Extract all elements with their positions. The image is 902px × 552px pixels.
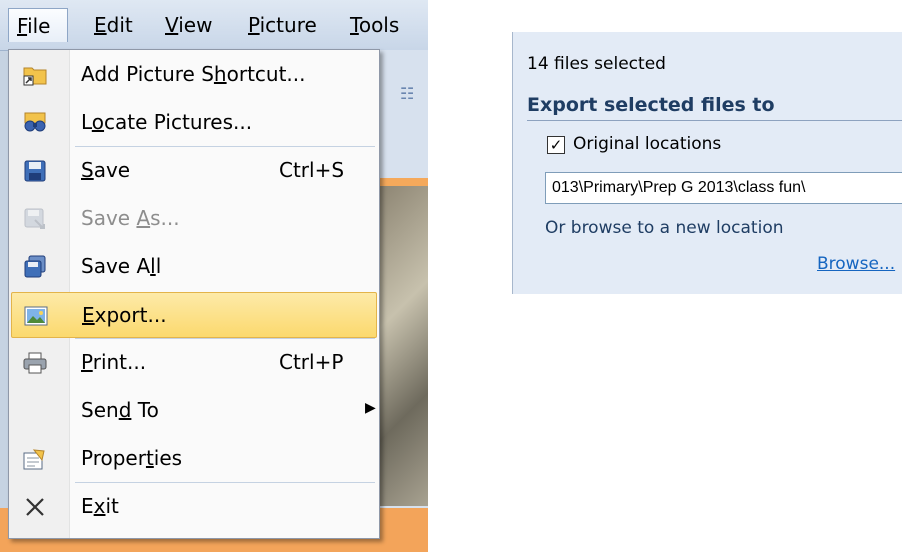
export-heading: Export selected files to xyxy=(527,94,775,116)
file-menu-dropdown: Add Picture Shortcut... Locate Pictures..… xyxy=(8,49,380,539)
menu-item-save[interactable]: Save Ctrl+S xyxy=(11,148,377,194)
original-locations-label[interactable]: Original locations xyxy=(573,134,721,154)
menu-item-label: Export... xyxy=(82,303,167,327)
menu-item-label: Send To xyxy=(81,398,159,422)
export-task-pane: 14 files selected Export selected files … xyxy=(512,32,902,294)
menu-item-label: Properties xyxy=(81,446,183,470)
menu-edit[interactable]: Edit xyxy=(86,8,141,42)
menu-tools[interactable]: Tools xyxy=(342,8,407,42)
menu-item-save-all[interactable]: Save All xyxy=(11,244,377,290)
browse-hint-text: Or browse to a new location xyxy=(545,218,784,238)
selection-count: 14 files selected xyxy=(527,54,666,74)
export-path-field[interactable]: 013\Primary\Prep G 2013\class fun\ xyxy=(545,172,902,204)
menu-item-label: Add Picture Shortcut... xyxy=(81,62,306,86)
add-shortcut-icon xyxy=(21,61,49,89)
menu-item-label: Save xyxy=(81,158,131,182)
menu-item-export[interactable]: Export... xyxy=(11,292,377,338)
menu-item-send-to[interactable]: Send To ▶ xyxy=(11,388,377,434)
menu-separator xyxy=(75,146,375,147)
menu-picture[interactable]: Picture xyxy=(240,8,325,42)
menu-item-save-as: Save As... xyxy=(11,196,377,242)
printer-icon xyxy=(21,349,49,377)
properties-icon xyxy=(21,445,49,473)
menu-view[interactable]: View xyxy=(157,8,220,42)
save-all-icon xyxy=(21,253,49,281)
menu-item-add-picture-shortcut[interactable]: Add Picture Shortcut... xyxy=(11,52,377,98)
menu-item-shortcut: Ctrl+P xyxy=(279,350,344,374)
export-picture-icon xyxy=(22,302,50,330)
menu-file[interactable]: File xyxy=(8,8,68,42)
picture-manager-window: File Edit View Picture Tools ☷ DSC01197 … xyxy=(0,0,428,552)
browse-link[interactable]: Browse... xyxy=(817,254,895,274)
menu-item-locate-pictures[interactable]: Locate Pictures... xyxy=(11,100,377,146)
menu-separator xyxy=(75,482,375,483)
menu-item-print[interactable]: Print... Ctrl+P xyxy=(11,340,377,386)
menu-item-label: Save As... xyxy=(81,206,180,230)
menu-item-label: Exit xyxy=(81,494,119,518)
floppy-disk-icon xyxy=(21,157,49,185)
close-x-icon xyxy=(21,493,49,521)
submenu-arrow-icon: ▶ xyxy=(365,400,376,416)
menu-item-properties[interactable]: Properties xyxy=(11,436,377,482)
menu-item-shortcut: Ctrl+S xyxy=(279,158,345,182)
toolbar-copy-icon[interactable]: ☷ xyxy=(400,84,414,103)
menu-item-label: Save All xyxy=(81,254,162,278)
menu-bar: File Edit View Picture Tools xyxy=(0,0,428,51)
original-locations-checkbox[interactable]: ✓ xyxy=(547,136,565,154)
menu-separator xyxy=(75,338,375,339)
heading-divider xyxy=(527,120,902,121)
menu-item-label: Print... xyxy=(81,350,147,374)
background-photo-thumbnail[interactable] xyxy=(372,178,428,506)
menu-item-exit[interactable]: Exit xyxy=(11,484,377,530)
binoculars-icon xyxy=(21,109,49,137)
menu-item-label: Locate Pictures... xyxy=(81,110,253,134)
save-as-icon xyxy=(21,205,49,233)
